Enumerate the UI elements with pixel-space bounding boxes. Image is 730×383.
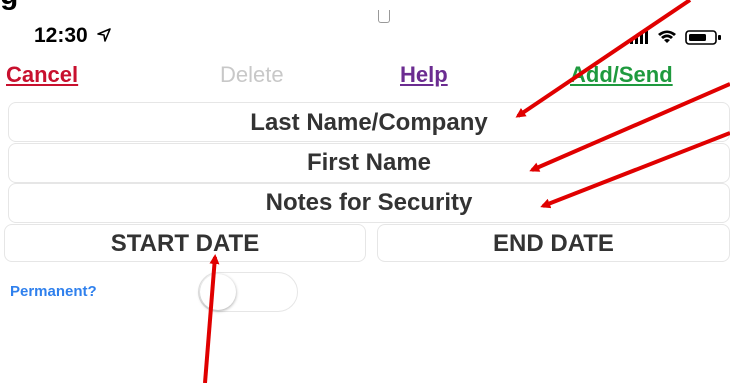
status-icons: [630, 30, 721, 45]
end-date-field[interactable]: END DATE: [377, 224, 730, 262]
toolbar: Cancel Delete Help Add/Send: [0, 62, 730, 92]
toggle-knob[interactable]: [200, 274, 236, 310]
permanent-toggle[interactable]: [198, 272, 298, 312]
start-date-field[interactable]: START DATE: [4, 224, 366, 262]
notch-marker: [378, 10, 390, 23]
signal-icon: [630, 31, 648, 44]
battery-icon: [685, 30, 721, 45]
first-name-field[interactable]: First Name: [8, 143, 730, 183]
status-bar: 12:30: [0, 0, 730, 60]
last-name-company-field[interactable]: Last Name/Company: [8, 102, 730, 142]
location-arrow-icon: [97, 28, 111, 42]
notes-for-security-field[interactable]: Notes for Security: [8, 183, 730, 223]
wifi-icon: [658, 30, 676, 43]
help-button[interactable]: Help: [400, 62, 448, 88]
add-send-button[interactable]: Add/Send: [570, 62, 673, 88]
delete-button[interactable]: Delete: [220, 62, 284, 88]
cancel-button[interactable]: Cancel: [6, 62, 78, 88]
permanent-label: Permanent?: [10, 283, 97, 300]
status-time: 12:30: [34, 24, 88, 47]
